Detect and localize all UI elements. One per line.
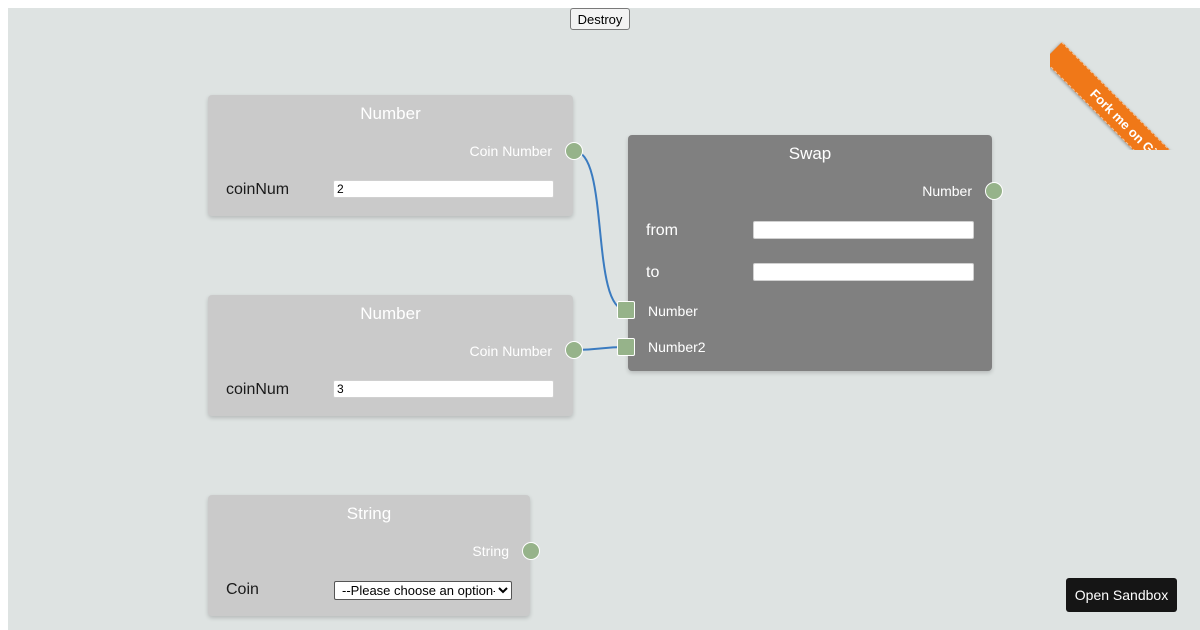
output-socket[interactable] — [565, 142, 583, 160]
swap-node[interactable]: Swap Number from to Number Number2 — [628, 135, 992, 371]
open-sandbox-button[interactable]: Open Sandbox — [1066, 578, 1177, 612]
from-label: from — [646, 222, 678, 239]
field-label: Coin — [226, 581, 259, 598]
coinnum-input[interactable] — [333, 380, 554, 398]
node-title: Number — [360, 104, 421, 123]
destroy-button[interactable]: Destroy — [570, 8, 630, 30]
github-ribbon: Fork me on GitHub — [1050, 0, 1200, 150]
input-socket-number[interactable] — [617, 301, 635, 319]
number-node-2[interactable]: Number Coin Number coinNum — [208, 295, 573, 416]
output-label: Coin Number — [469, 143, 552, 159]
input-label: Number — [648, 303, 698, 319]
node-title: String — [346, 504, 392, 523]
output-socket[interactable] — [565, 341, 583, 359]
fork-on-github-link[interactable]: Fork me on GitHub — [1050, 42, 1200, 150]
editor-canvas[interactable] — [8, 8, 1200, 630]
field-label: coinNum — [226, 181, 290, 198]
input-label: Number2 — [648, 339, 706, 355]
input-socket-number2[interactable] — [617, 338, 635, 356]
field-label: coinNum — [226, 381, 290, 398]
to-label: to — [646, 264, 660, 281]
output-socket[interactable] — [522, 542, 540, 560]
to-input[interactable] — [753, 263, 974, 281]
output-label: Coin Number — [469, 343, 552, 359]
from-input[interactable] — [753, 221, 974, 239]
output-label: String — [472, 543, 509, 559]
output-socket[interactable] — [985, 182, 1003, 200]
coinnum-input[interactable] — [333, 180, 554, 198]
output-label: Number — [922, 183, 972, 199]
coin-select[interactable]: --Please choose an option-- — [334, 581, 512, 600]
string-node[interactable]: String String Coin --Please choose an op… — [208, 495, 530, 616]
node-title: Number — [360, 304, 421, 323]
number-node-1[interactable]: Number Coin Number coinNum — [208, 95, 573, 216]
node-title: Swap — [788, 144, 832, 163]
